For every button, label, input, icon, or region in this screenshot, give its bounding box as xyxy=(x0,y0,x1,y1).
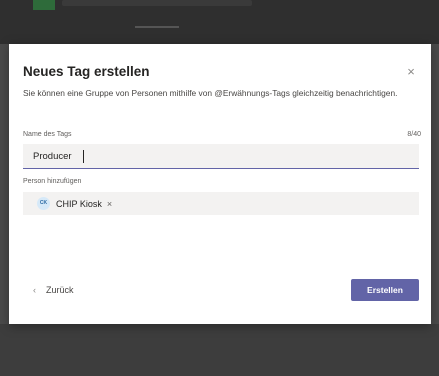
text-caret xyxy=(83,150,84,163)
create-button[interactable]: Erstellen xyxy=(351,279,419,301)
add-person-label: Person hinzufügen xyxy=(23,178,82,185)
back-button[interactable]: ‹ Zurück xyxy=(33,285,74,295)
app-header-title-dimmed xyxy=(62,0,252,6)
tag-name-label-row: Name des Tags 8/40 xyxy=(23,131,421,138)
dialog-title: Neues Tag erstellen xyxy=(23,64,150,79)
app-footer-dimmed xyxy=(0,324,439,376)
team-avatar-icon xyxy=(33,0,55,10)
back-button-label: Zurück xyxy=(46,285,74,295)
character-counter: 8/40 xyxy=(407,131,421,138)
remove-person-icon[interactable]: × xyxy=(107,199,112,209)
close-icon[interactable]: × xyxy=(403,64,419,80)
chevron-left-icon: ‹ xyxy=(33,285,36,295)
tag-name-label: Name des Tags xyxy=(23,131,72,138)
avatar: CK xyxy=(37,197,50,210)
app-header-dimmed xyxy=(0,0,439,44)
dialog-description: Sie können eine Gruppe von Personen mith… xyxy=(23,88,398,98)
add-person-field[interactable]: CK CHIP Kiosk × xyxy=(23,192,419,215)
create-tag-dialog: Neues Tag erstellen × Sie können eine Gr… xyxy=(9,44,431,324)
active-tab-indicator xyxy=(135,26,179,28)
person-chip: CK CHIP Kiosk × xyxy=(37,196,112,211)
person-chip-name: CHIP Kiosk xyxy=(56,198,102,209)
